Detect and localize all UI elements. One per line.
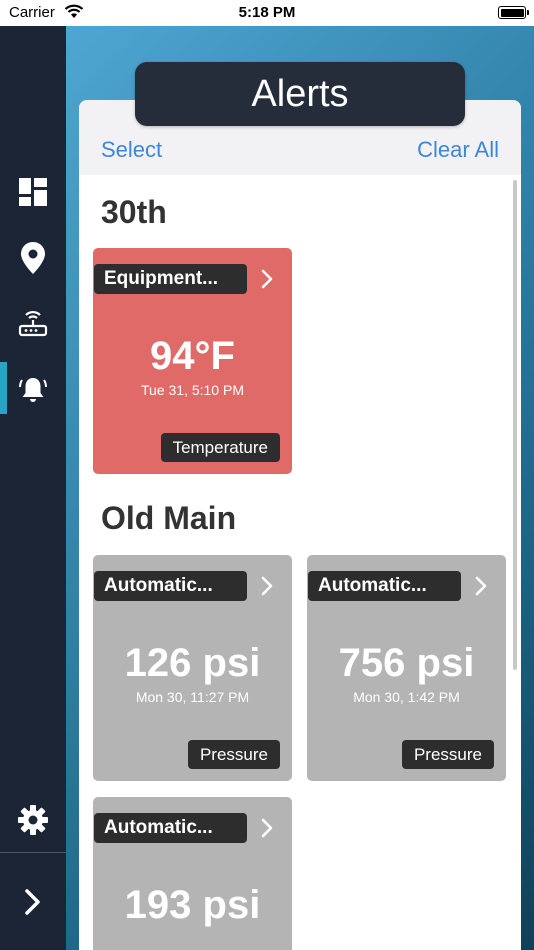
sidebar-item-devices[interactable] [0,296,66,352]
chevron-right-icon [261,576,273,596]
battery-icon [498,6,529,19]
chevron-right-icon [261,269,273,289]
sidebar-item-alerts[interactable] [0,362,66,418]
alert-card[interactable]: Automatic... 126 psi Mon 30, 11:27 PM Pr… [93,555,292,781]
sidebar [0,26,66,950]
scrollbar[interactable] [513,180,517,670]
alert-timestamp: Mon 30, 1:42 PM [353,689,460,705]
alert-card[interactable]: Automatic... 756 psi Mon 30, 1:42 PM Pre… [307,555,506,781]
location-pin-icon [21,242,45,274]
gear-icon [18,805,48,835]
section-title: Old Main [101,500,237,536]
alert-card[interactable]: Automatic... 193 psi [93,797,292,950]
clear-all-button[interactable]: Clear All [417,137,499,163]
alert-value: 756 psi [338,641,475,685]
expand-sidebar-button[interactable] [0,874,66,930]
clock: 5:18 PM [238,4,296,21]
sidebar-item-locations[interactable] [0,230,66,286]
alert-value: 126 psi [124,641,261,685]
dashboard-icon [19,178,47,206]
page-title: Alerts [135,62,465,126]
chevron-right-icon [261,818,273,838]
bell-icon [19,378,47,402]
alert-timestamp: Mon 30, 11:27 PM [135,689,250,705]
alert-name: Automatic... [94,813,247,843]
router-icon [18,311,48,337]
alert-timestamp: Tue 31, 5:10 PM [141,382,244,398]
section-title: 30th [101,194,167,230]
chevron-right-icon [475,576,487,596]
select-button[interactable]: Select [101,137,162,163]
alert-value: 94°F [150,334,235,378]
alert-name: Automatic... [308,571,461,601]
alert-type-badge: Pressure [187,740,280,769]
settings-button[interactable] [0,792,66,848]
alert-name: Equipment... [94,264,247,294]
alert-value: 193 psi [124,883,261,927]
alert-card[interactable]: Equipment... 94°F Tue 31, 5:10 PM Temper… [93,248,292,474]
status-bar: Carrier 5:18 PM [0,0,534,26]
sidebar-divider [0,852,66,853]
alert-name: Automatic... [94,571,247,601]
sidebar-item-dashboard[interactable] [0,164,66,220]
alert-type-badge: Pressure [401,740,494,769]
alert-type-badge: Temperature [160,433,280,462]
chevron-right-icon [25,889,40,915]
